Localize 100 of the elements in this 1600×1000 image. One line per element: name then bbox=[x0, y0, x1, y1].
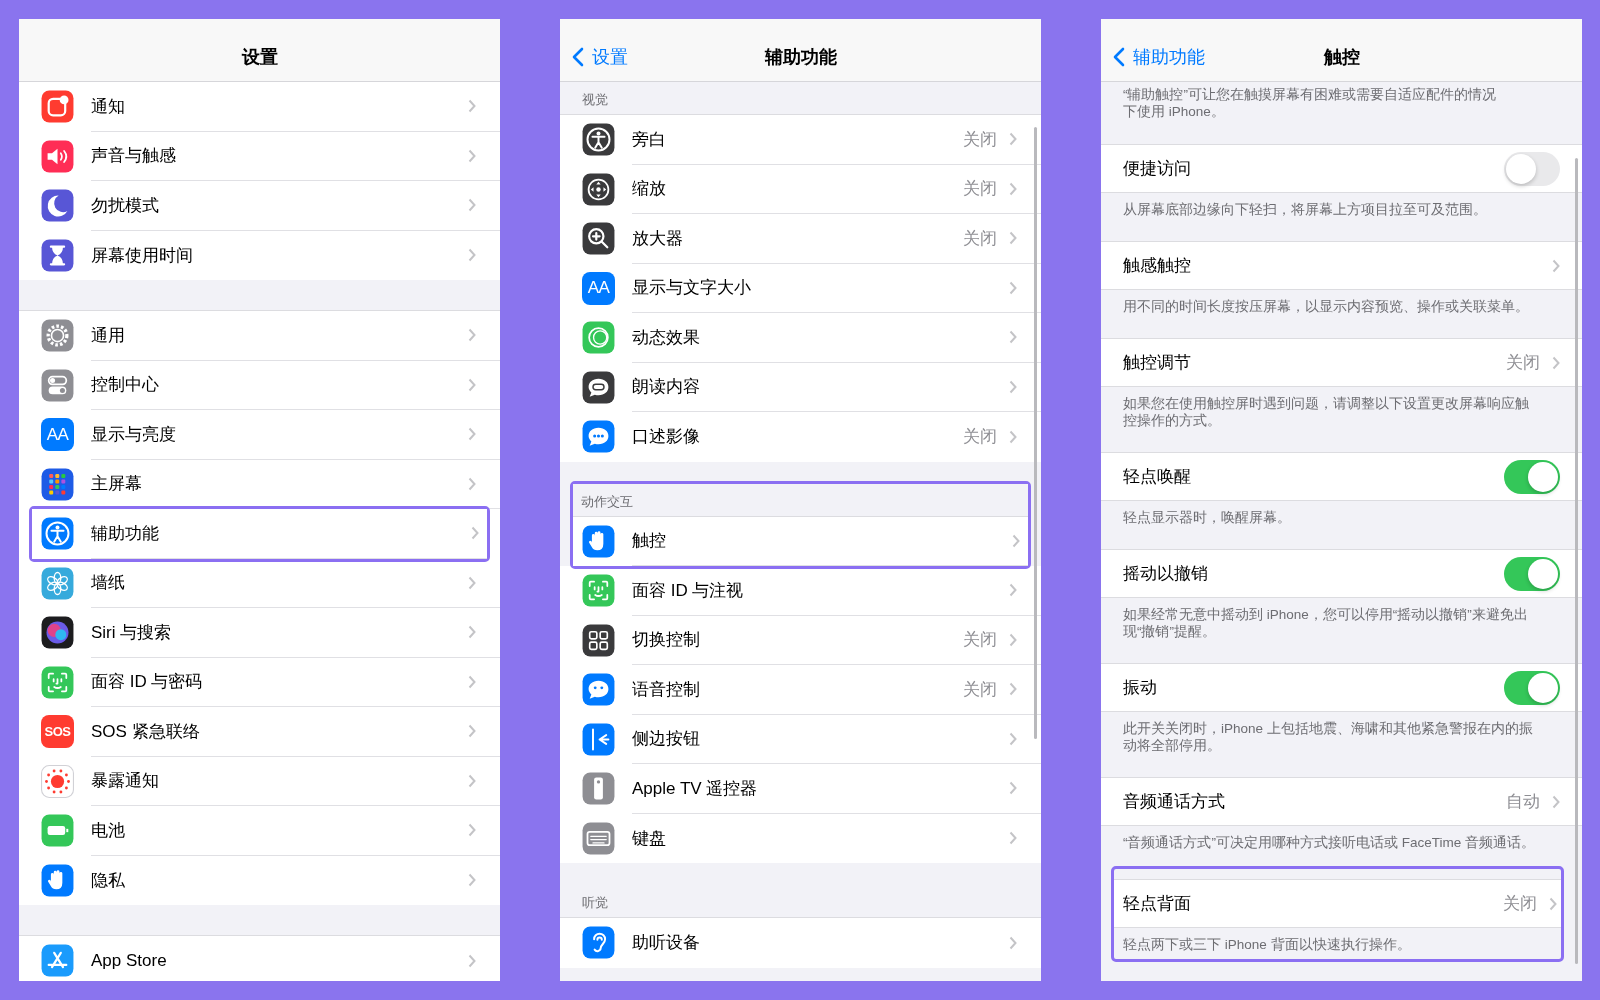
gear-icon bbox=[41, 319, 74, 353]
settings-row[interactable]: 缩放 关闭 bbox=[560, 164, 1041, 214]
hand-icon bbox=[41, 863, 74, 897]
text-size-icon: AA bbox=[41, 418, 74, 452]
chevron-icon bbox=[468, 377, 476, 392]
back-button[interactable]: 辅助功能 bbox=[1113, 45, 1205, 69]
face-id-icon bbox=[582, 574, 615, 608]
chevron-icon bbox=[1009, 682, 1017, 697]
settings-row[interactable]: 辅助功能 bbox=[32, 509, 487, 559]
back-chevron-icon bbox=[1113, 47, 1125, 67]
motion-icon bbox=[582, 321, 615, 355]
chevron-icon bbox=[468, 427, 476, 442]
footnote-text: 从屏幕底部边缘向下轻扫，将屏幕上方项目拉至可及范围。 bbox=[1122, 201, 1488, 219]
speech-bubble-icon bbox=[582, 370, 615, 404]
setting-label: 振动 bbox=[1123, 677, 1158, 699]
chevron-icon bbox=[468, 476, 476, 491]
toggle-switch[interactable] bbox=[1504, 459, 1560, 494]
accessibility-icon bbox=[41, 517, 74, 551]
chevron-icon bbox=[468, 248, 476, 263]
chevron-icon bbox=[1009, 781, 1017, 796]
settings-row[interactable]: 旁白 关闭 bbox=[560, 115, 1041, 165]
settings-row[interactable]: 放大器 关闭 bbox=[560, 214, 1041, 264]
app-grid-icon bbox=[41, 467, 74, 501]
back-chevron-icon bbox=[572, 47, 584, 67]
voice-control-icon bbox=[582, 673, 615, 707]
setting-label: 轻点唤醒 bbox=[1123, 466, 1192, 488]
chevron-icon bbox=[1552, 355, 1560, 370]
chevron-icon bbox=[468, 773, 476, 788]
battery-icon bbox=[41, 814, 74, 848]
footnote-text: 轻点显示器时，唤醒屏幕。 bbox=[1122, 509, 1292, 527]
zoom-icon bbox=[582, 172, 615, 206]
chevron-icon bbox=[468, 823, 476, 838]
exposure-icon bbox=[41, 764, 74, 798]
settings-row[interactable]: 动态效果 bbox=[560, 313, 1041, 363]
settings-row[interactable]: 轻点背面 关闭 bbox=[1114, 879, 1561, 928]
footnote-text: “音频通话方式”可决定用哪种方式接听电话或 FaceTime 音频通话。 bbox=[1122, 834, 1536, 852]
flower-icon bbox=[41, 566, 74, 600]
toggle-switch[interactable] bbox=[1504, 556, 1560, 591]
chevron-icon bbox=[468, 198, 476, 213]
grid-icon bbox=[582, 623, 615, 657]
pointing-hand-icon bbox=[582, 524, 615, 558]
chevron-icon bbox=[1549, 896, 1557, 911]
footnote-text: 如果经常无意中摇动到 iPhone，您可以停用“摇动以撤销”来避免出现“撤销”提醒。 bbox=[1122, 606, 1529, 641]
chevron-icon bbox=[1009, 231, 1017, 246]
chevron-icon bbox=[1009, 583, 1017, 598]
settings-row[interactable]: 面容 ID 与注视 bbox=[560, 566, 1041, 616]
settings-row[interactable]: 键盘 bbox=[560, 813, 1041, 863]
chevron-icon bbox=[1552, 258, 1560, 273]
chevron-icon bbox=[1012, 533, 1020, 548]
app-store-icon bbox=[41, 944, 74, 978]
toggle-switch[interactable] bbox=[1504, 151, 1560, 186]
settings-row[interactable]: 触控调节 关闭 bbox=[1101, 338, 1582, 387]
settings-row[interactable]: Apple TV 遥控器 bbox=[560, 764, 1041, 814]
chevron-icon bbox=[1009, 330, 1017, 345]
side-button-icon bbox=[582, 722, 615, 756]
nav-title: 辅助功能 bbox=[764, 46, 837, 69]
notification-icon bbox=[41, 90, 74, 124]
nav-title: 触控 bbox=[1323, 46, 1360, 69]
chevron-icon bbox=[468, 575, 476, 590]
settings-row[interactable]: 触感触控 bbox=[1101, 241, 1582, 290]
chevron-icon bbox=[1009, 132, 1017, 147]
moon-icon bbox=[41, 189, 74, 223]
chevron-icon bbox=[468, 148, 476, 163]
chevron-icon bbox=[468, 674, 476, 689]
nav-title: 设置 bbox=[241, 46, 278, 69]
setting-label: 便捷访问 bbox=[1123, 158, 1192, 180]
chevron-icon bbox=[1552, 794, 1560, 809]
chevron-icon bbox=[468, 99, 476, 114]
chevron-icon bbox=[1009, 831, 1017, 846]
chevron-icon bbox=[1009, 379, 1017, 394]
settings-row[interactable]: 助听设备 bbox=[560, 918, 1041, 968]
chevron-icon bbox=[468, 328, 476, 343]
chevron-icon bbox=[1009, 280, 1017, 295]
speaker-icon bbox=[41, 139, 74, 173]
settings-row[interactable]: 音频通话方式 自动 bbox=[1101, 777, 1582, 826]
chevron-icon bbox=[1009, 429, 1017, 444]
footnote-text: 轻点两下或三下 iPhone 背面以快速执行操作。 bbox=[1122, 936, 1412, 954]
ear-icon bbox=[582, 926, 615, 960]
settings-row[interactable]: AA 显示与文字大小 bbox=[560, 263, 1041, 313]
remote-icon bbox=[582, 772, 615, 806]
face-id-icon bbox=[41, 665, 74, 699]
settings-row[interactable]: 朗读内容 bbox=[560, 362, 1041, 412]
settings-row[interactable]: 口述影像 关闭 bbox=[560, 412, 1041, 462]
toggle-switch[interactable] bbox=[1504, 670, 1560, 705]
chevron-icon bbox=[1009, 731, 1017, 746]
chevron-icon bbox=[471, 526, 479, 541]
magnifier-icon bbox=[582, 222, 615, 256]
sos-icon: SOS bbox=[41, 715, 74, 749]
footnote-text: 用不同的时间长度按压屏幕，以显示内容预览、操作或关联菜单。 bbox=[1122, 298, 1530, 316]
chevron-icon bbox=[468, 625, 476, 640]
back-button[interactable]: 设置 bbox=[572, 45, 628, 69]
footnote-text: “辅助触控”可让您在触摸屏幕有困难或需要自适应配件的情况下使用 iPhone。 bbox=[1122, 86, 1497, 121]
settings-row[interactable]: 切换控制 关闭 bbox=[560, 615, 1041, 665]
chevron-icon bbox=[1009, 935, 1017, 950]
settings-row[interactable]: 侧边按钮 bbox=[560, 714, 1041, 764]
chevron-icon bbox=[468, 953, 476, 968]
settings-row[interactable]: 触控 bbox=[573, 516, 1028, 566]
orb-icon bbox=[41, 616, 74, 650]
settings-row[interactable]: 语音控制 关闭 bbox=[560, 665, 1041, 715]
chevron-icon bbox=[468, 873, 476, 888]
